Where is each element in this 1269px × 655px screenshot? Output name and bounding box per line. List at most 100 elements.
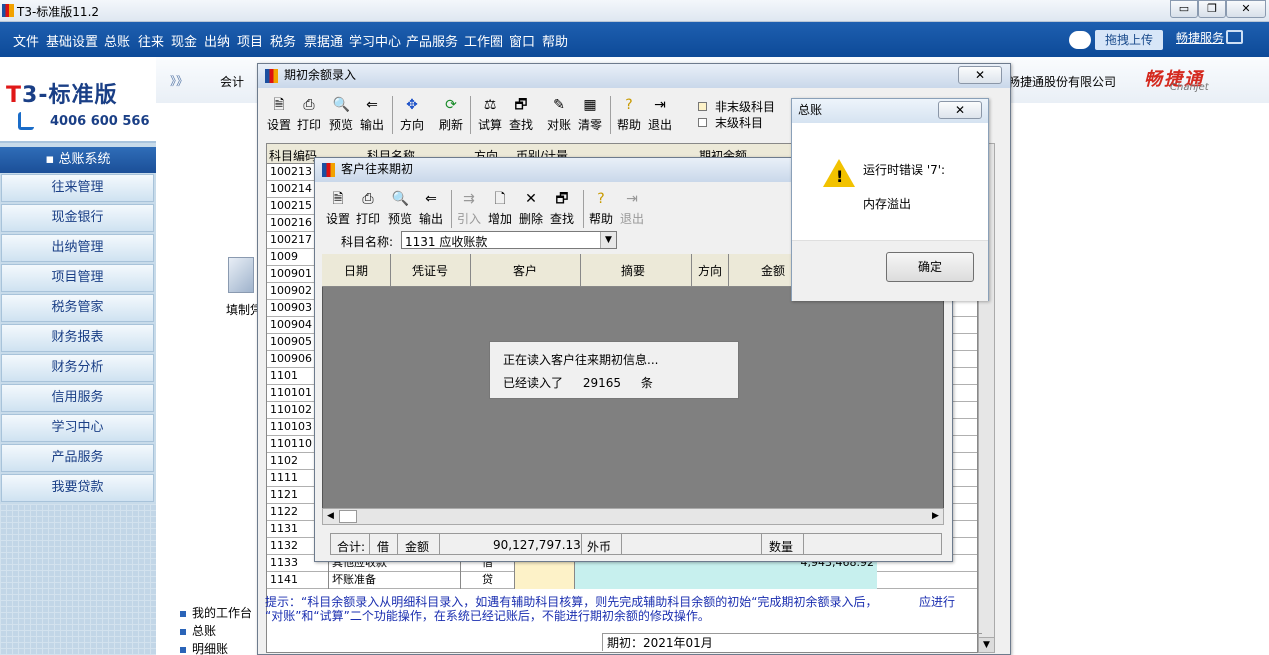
menu-basic-settings[interactable]: 基础设置 xyxy=(46,31,98,50)
subject-select[interactable]: 1131 应收账款 ▼ xyxy=(401,231,617,249)
nav-item-cashier[interactable]: 出纳管理 xyxy=(1,234,154,262)
nav-item-receivables[interactable]: 往来管理 xyxy=(1,174,154,202)
error-dialog-close-button[interactable]: ✕ xyxy=(938,101,982,119)
nav-item-cash-bank[interactable]: 现金银行 xyxy=(1,204,154,232)
minimize-button[interactable]: ▭ xyxy=(1170,0,1198,18)
toolbar-export[interactable]: ⇐ 输出 xyxy=(359,97,385,133)
cust-toolbar-settings[interactable]: 🗎 设置 xyxy=(325,191,351,227)
opening-amount[interactable] xyxy=(575,572,877,589)
nav-item-credit[interactable]: 信用服务 xyxy=(1,384,154,412)
menu-cashier[interactable]: 出纳 xyxy=(204,31,230,50)
total-amount: 90,127,797.13 xyxy=(493,538,581,552)
menu-cash[interactable]: 现金 xyxy=(171,31,197,50)
loading-progress: 已经读入了 29165 条 xyxy=(503,376,653,390)
cust-toolbar-export[interactable]: ⇐ 输出 xyxy=(418,191,444,227)
scroll-right-arrow-icon[interactable]: ▶ xyxy=(928,509,943,524)
error-message-code: 运行时错误 '7': xyxy=(863,163,946,177)
company-name: 畅捷通股份有限公司 xyxy=(1008,75,1117,89)
chevron-down-icon[interactable]: ▼ xyxy=(600,232,616,248)
scroll-left-arrow-icon[interactable]: ◀ xyxy=(323,509,338,524)
menu-project[interactable]: 项目 xyxy=(237,31,263,50)
menu-window[interactable]: 窗口 xyxy=(509,31,535,50)
left-panel: T3-标准版 4006 600 566 ▪ 总账系统 往来管理 现金银行 出纳管… xyxy=(0,57,156,655)
menu-general-ledger[interactable]: 总账 xyxy=(104,31,130,50)
quantity-label: 数量 xyxy=(769,540,794,554)
nav-item-project[interactable]: 项目管理 xyxy=(1,264,154,292)
period-status: 期初：2021年01月 xyxy=(602,633,982,651)
nav-item-tax[interactable]: 税务管家 xyxy=(1,294,154,322)
toolbar-separator xyxy=(583,190,584,228)
bottom-menu-ledger[interactable]: 总账 xyxy=(180,622,216,639)
toolbar-direction[interactable]: ✥ 方向 xyxy=(399,97,425,133)
cust-toolbar-find[interactable]: 🗗 查找 xyxy=(549,191,575,227)
toolbar-find[interactable]: 🗗 查找 xyxy=(508,97,534,133)
toolbar-separator xyxy=(392,96,393,134)
legend-non-leaf: 非末级科目 xyxy=(698,98,775,115)
total-amount-label: 金额 xyxy=(405,540,430,554)
chanjet-service-link[interactable]: 畅捷服务 xyxy=(1176,29,1224,46)
cust-toolbar-exit[interactable]: ⇥ 退出 xyxy=(619,191,645,227)
menu-tax[interactable]: 税务 xyxy=(270,31,296,50)
bottom-menu-detail[interactable]: 明细账 xyxy=(180,640,228,655)
cust-toolbar-delete[interactable]: ✕ 删除 xyxy=(518,191,544,227)
tab-accounting[interactable]: 会计 xyxy=(220,73,244,90)
menu-workcircle[interactable]: 工作圈 xyxy=(464,31,503,50)
error-dialog-footer: 确定 xyxy=(792,240,988,301)
toolbar-separator xyxy=(451,190,452,228)
nav-item-loan[interactable]: 我要贷款 xyxy=(1,474,154,502)
toolbar-print[interactable]: ⎙ 打印 xyxy=(296,97,322,133)
menu-invoice[interactable]: 票据通 xyxy=(304,31,343,50)
toolbar-exit[interactable]: ⇥ 退出 xyxy=(647,97,673,133)
menu-products[interactable]: 产品服务 xyxy=(406,31,458,50)
close-button[interactable]: ✕ xyxy=(1226,0,1266,18)
toolbar-clear[interactable]: ▦ 清零 xyxy=(577,97,603,133)
left-panel-background xyxy=(0,504,156,655)
maximize-button[interactable]: ❐ xyxy=(1198,0,1226,18)
toolbar-refresh[interactable]: ⟳ 刷新 xyxy=(438,97,464,133)
cust-col-amount: 金额 xyxy=(761,264,786,278)
menu-learning[interactable]: 学习中心 xyxy=(349,31,401,50)
menu-receivables[interactable]: 往来 xyxy=(138,31,164,50)
cust-col-summary: 摘要 xyxy=(621,264,646,278)
window-icon xyxy=(322,163,335,177)
toolbar-help[interactable]: ? 帮助 xyxy=(616,97,642,133)
bottom-menu-workbench[interactable]: 我的工作台 xyxy=(180,604,252,621)
nav-item-analysis[interactable]: 财务分析 xyxy=(1,354,154,382)
error-message-text: 内存溢出 xyxy=(863,197,912,211)
app-title: T3-标准版11.2 xyxy=(17,5,100,19)
table-row[interactable]: 1141 坏账准备贷 xyxy=(267,572,977,589)
toolbar-preview[interactable]: 🔍 预览 xyxy=(328,97,354,133)
cust-toolbar-preview[interactable]: 🔍 预览 xyxy=(387,191,413,227)
app-window: T3-标准版11.2 ▭ ❐ ✕ 文件 基础设置 总账 往来 现金 出纳 项目 … xyxy=(0,0,1269,655)
account-name: 坏账准备 xyxy=(329,572,461,589)
hotline: 4006 600 566 xyxy=(50,114,150,129)
loading-panel: 正在读入客户往来期初信息... 已经读入了 29165 条 xyxy=(489,341,739,399)
title-bar: T3-标准版11.2 ▭ ❐ ✕ xyxy=(0,0,1269,22)
toolbar-settings[interactable]: 🗎 设置 xyxy=(266,97,292,133)
menu-file[interactable]: 文件 xyxy=(13,31,39,50)
cust-toolbar-print[interactable]: ⎙ 打印 xyxy=(355,191,381,227)
nav-item-learning[interactable]: 学习中心 xyxy=(1,414,154,442)
ok-button[interactable]: 确定 xyxy=(886,252,974,282)
nav-head-general-ledger[interactable]: ▪ 总账系统 xyxy=(0,147,156,173)
cust-toolbar-import[interactable]: ⇉ 引入 xyxy=(456,191,482,227)
toolbar-trial[interactable]: ⚖ 试算 xyxy=(477,97,503,133)
cust-toolbar-help[interactable]: ? 帮助 xyxy=(588,191,614,227)
toolbar-reconcile[interactable]: ✎ 对账 xyxy=(546,97,572,133)
nav-item-products[interactable]: 产品服务 xyxy=(1,444,154,472)
account-code: 1141 xyxy=(267,572,329,589)
nav-item-reports[interactable]: 财务报表 xyxy=(1,324,154,352)
chat-icon[interactable] xyxy=(1226,30,1243,44)
opening-balance-titlebar: 期初余额录入 xyxy=(258,64,1010,88)
cust-toolbar-add[interactable]: 🗋 增加 xyxy=(487,191,513,227)
customer-horizontal-scrollbar[interactable]: ◀ ▶ xyxy=(322,508,944,525)
opening-balance-close-button[interactable]: ✕ xyxy=(958,66,1002,84)
menu-help[interactable]: 帮助 xyxy=(542,31,568,50)
voucher-icon[interactable] xyxy=(228,257,254,293)
scroll-thumb[interactable] xyxy=(339,510,357,523)
upload-button[interactable]: 拖拽上传 xyxy=(1095,30,1163,50)
cloud-icon xyxy=(1069,31,1091,49)
cust-col-date: 日期 xyxy=(344,264,369,278)
expand-arrows[interactable]: 》》 xyxy=(170,72,188,89)
error-dialog: 总账 ✕ ! 运行时错误 '7': 内存溢出 确定 xyxy=(791,98,989,301)
